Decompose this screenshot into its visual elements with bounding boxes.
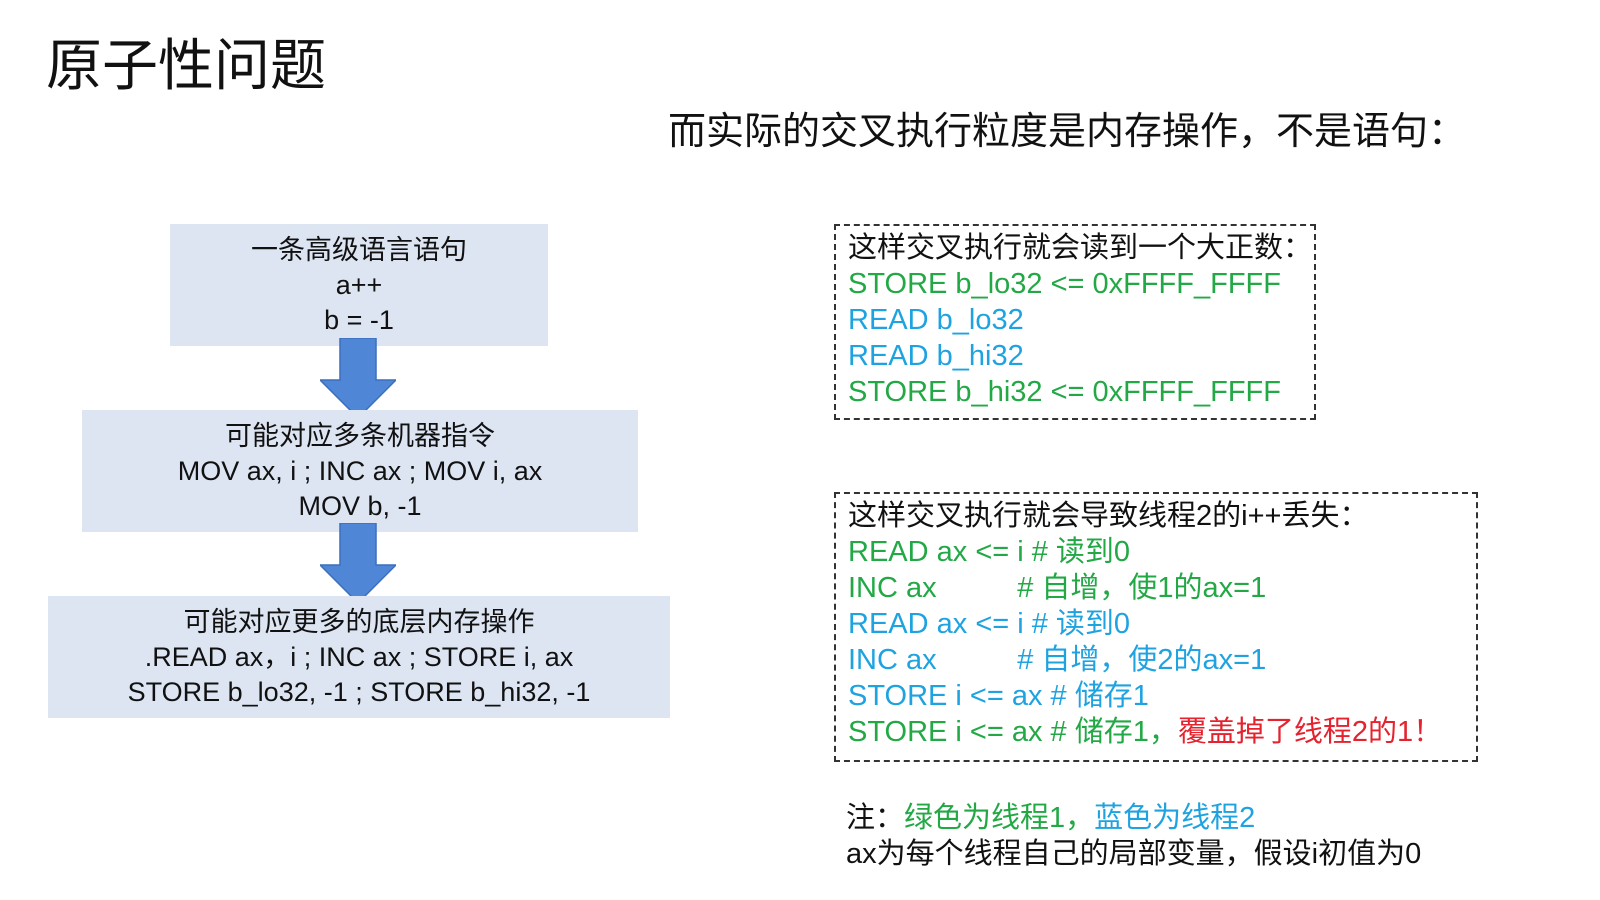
flow-box-memory-line: STORE b_lo32, -1 ; STORE b_hi32, -1 [127,676,591,707]
flow-box-machine-line: MOV b, -1 [298,490,422,521]
example-header: 这样交叉执行就会读到一个大正数： [848,232,1313,264]
overwrite-warning: 覆盖掉了线程2的1！ [1177,716,1443,748]
flow-box-statement-line: b = -1 [324,304,394,335]
code-line-thread2: READ b_lo32 [848,304,1024,336]
code-line-thread2: STORE i <= ax # 储存1 [848,680,1149,712]
legend-line: 注：绿色为线程1，蓝色为线程2 [846,800,1421,836]
legend-prefix: 注： [846,802,905,834]
code-line-thread1: READ ax <= i # 读到0 [848,536,1131,568]
down-arrow-icon [320,523,396,603]
code-line-thread1: STORE b_hi32 <= 0xFFFF_FFFF [848,376,1281,408]
code-line-thread2: READ ax <= i # 读到0 [848,608,1131,640]
flow-box-statement-heading: 一条高级语言语句 [251,234,467,265]
code-line-thread1: INC ax # 自增，使1的ax=1 [848,572,1267,604]
code-line-thread2: READ b_hi32 [848,340,1024,372]
flow-box-memory-line: .READ ax，i ; INC ax ; STORE i, ax [144,641,574,672]
flow-box-machine-instructions: 可能对应多条机器指令 MOV ax, i ; INC ax ; MOV i, a… [82,410,638,532]
code-line-thread1-final: STORE i <= ax # 储存1，覆盖掉了线程2的1！ [848,714,1464,750]
flow-box-memory-operations: 可能对应更多的底层内存操作 .READ ax，i ; INC ax ; STOR… [48,596,670,718]
legend-thread1: 绿色为线程1， [904,802,1095,834]
example-big-positive: 这样交叉执行就会读到一个大正数： STORE b_lo32 <= 0xFFFF_… [834,224,1316,420]
code-line-thread1: STORE b_lo32 <= 0xFFFF_FFFF [848,268,1281,300]
example-lost-update: 这样交叉执行就会导致线程2的i++丢失： READ ax <= i # 读到0 … [834,492,1478,762]
code-line-thread1-text: STORE i <= ax # 储存1， [848,716,1178,748]
slide-subtitle: 而实际的交叉执行粒度是内存操作，不是语句： [668,111,1467,153]
example-header: 这样交叉执行就会导致线程2的i++丢失： [848,500,1369,532]
flow-box-machine-line: MOV ax, i ; INC ax ; MOV i, ax [177,455,543,486]
legend-assumption: ax为每个线程自己的局部变量，假设i初值为0 [846,838,1422,870]
flow-box-statement: 一条高级语言语句 a++ b = -1 [170,224,548,346]
legend-note: 注：绿色为线程1，蓝色为线程2 ax为每个线程自己的局部变量，假设i初值为0 [846,800,1421,872]
code-line-thread2: INC ax # 自增，使2的ax=1 [848,644,1267,676]
slide-title: 原子性问题 [46,34,326,97]
flow-box-machine-heading: 可能对应多条机器指令 [225,420,495,451]
legend-thread2: 蓝色为线程2 [1094,802,1256,834]
down-arrow-icon [320,338,396,418]
flow-box-statement-line: a++ [335,269,383,300]
flow-box-memory-heading: 可能对应更多的底层内存操作 [183,606,535,637]
